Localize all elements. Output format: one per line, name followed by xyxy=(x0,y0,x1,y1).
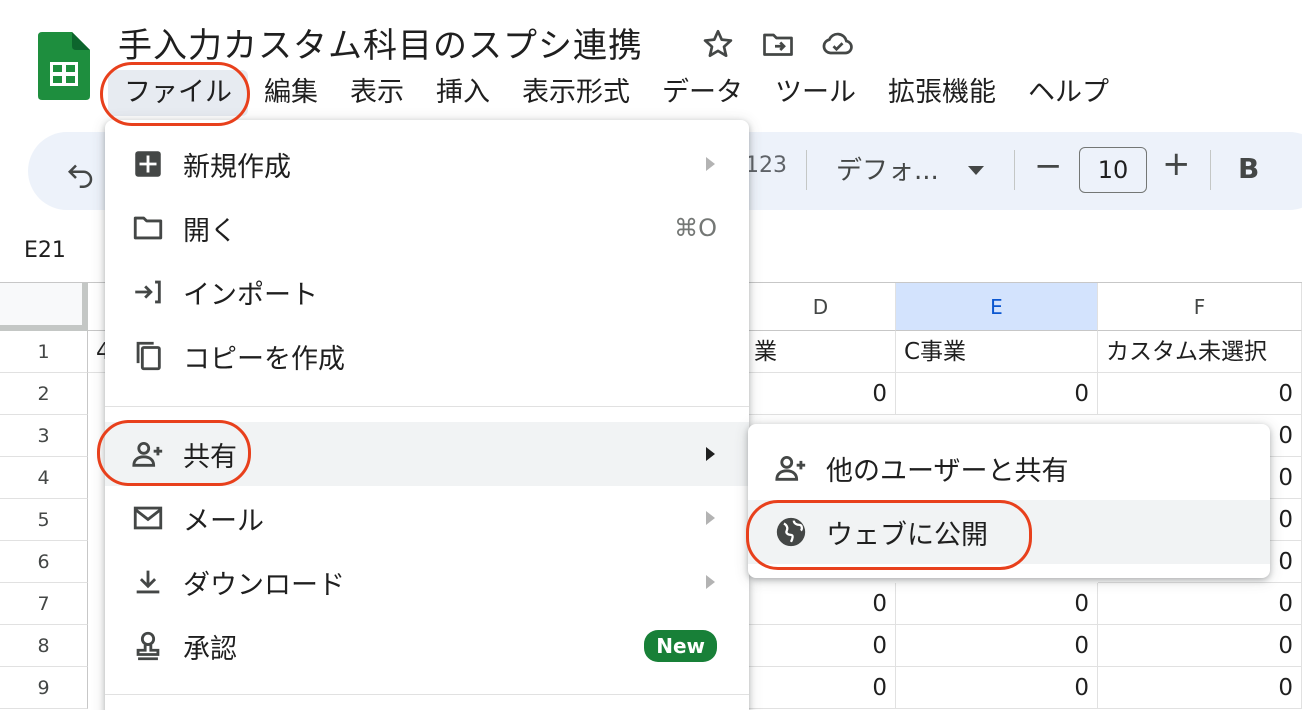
menu-item-label: インポート xyxy=(183,279,318,311)
share-person-icon xyxy=(132,441,163,467)
menu-item-label: 新規作成 xyxy=(183,151,291,183)
submenu-item-label: 他のユーザーと共有 xyxy=(826,456,1069,487)
undo-icon[interactable] xyxy=(66,158,96,188)
star-icon[interactable] xyxy=(700,26,736,62)
folder-icon xyxy=(133,216,163,240)
select-all-corner[interactable] xyxy=(0,283,88,331)
column-header-f[interactable]: F xyxy=(1098,283,1302,331)
menu-item-label: 開く xyxy=(183,215,237,247)
number-format-button[interactable]: 123 xyxy=(745,153,787,178)
cell-f9[interactable]: 0 xyxy=(1098,667,1302,709)
cell-f1[interactable]: カスタム未選択 xyxy=(1098,331,1302,373)
toolbar-divider xyxy=(806,150,807,190)
document-title[interactable]: 手入力カスタム科目のスプシ連携 xyxy=(118,18,643,67)
cell-d7[interactable]: 0 xyxy=(746,583,896,625)
toolbar-divider xyxy=(1210,150,1211,190)
menu-view[interactable]: 表示 xyxy=(334,70,420,116)
font-family-select[interactable]: デフォ... xyxy=(836,150,939,187)
cell-f7[interactable]: 0 xyxy=(1098,583,1302,625)
menu-item-label: ダウンロード xyxy=(183,569,345,601)
menu-item-approvals[interactable]: 承認 New xyxy=(105,614,749,678)
cell-d9[interactable]: 0 xyxy=(746,667,896,709)
menu-item-download[interactable]: ダウンロード xyxy=(105,550,749,614)
toolbar-divider xyxy=(1014,150,1015,190)
menu-help[interactable]: ヘルプ xyxy=(1012,70,1125,116)
submenu-arrow-icon xyxy=(706,447,715,461)
row-header[interactable]: 7 xyxy=(0,583,88,625)
cell-e9[interactable]: 0 xyxy=(896,667,1098,709)
row-header[interactable]: 6 xyxy=(0,541,88,583)
submenu-item-label: ウェブに公開 xyxy=(826,520,988,551)
shortcut-label: ⌘O xyxy=(674,214,717,242)
menu-data[interactable]: データ xyxy=(646,70,759,116)
menu-divider xyxy=(105,406,749,407)
google-sheets-logo[interactable] xyxy=(38,32,90,100)
font-size-input[interactable]: 10 xyxy=(1079,147,1147,193)
column-header-d[interactable]: D xyxy=(746,283,896,331)
menu-item-share[interactable]: 共有 xyxy=(105,422,749,486)
submenu-item-share-with-others[interactable]: 他のユーザーと共有 xyxy=(748,436,1270,500)
move-folder-icon[interactable] xyxy=(760,26,796,62)
menu-item-make-copy[interactable]: コピーを作成 xyxy=(105,324,749,388)
menu-divider xyxy=(105,694,749,695)
name-box[interactable]: E21 xyxy=(24,238,66,263)
file-menu-dropdown: 新規作成 開く ⌘O インポート コピーを作成 共有 メール ダウンロード 承認… xyxy=(105,120,749,710)
cell-f2[interactable]: 0 xyxy=(1098,373,1302,415)
row-header[interactable]: 5 xyxy=(0,499,88,541)
decrease-font-size-button[interactable]: − xyxy=(1034,146,1063,186)
caret-down-icon[interactable] xyxy=(968,166,984,175)
mail-icon xyxy=(133,506,163,530)
cell-e7[interactable]: 0 xyxy=(896,583,1098,625)
submenu-arrow-icon xyxy=(706,575,715,589)
menu-item-new[interactable]: 新規作成 xyxy=(105,132,749,196)
cell-d1[interactable]: 業 xyxy=(746,331,896,373)
column-header-e[interactable]: E xyxy=(896,283,1098,331)
menu-file[interactable]: ファイル xyxy=(108,70,248,116)
download-icon xyxy=(136,570,160,594)
row-header[interactable]: 2 xyxy=(0,373,88,415)
share-submenu: 他のユーザーと共有 ウェブに公開 xyxy=(748,424,1270,578)
import-icon xyxy=(135,280,161,304)
row-header[interactable]: 3 xyxy=(0,415,88,457)
menu-item-open[interactable]: 開く ⌘O xyxy=(105,196,749,260)
menu-item-label: 承認 xyxy=(183,633,237,665)
row-header[interactable]: 4 xyxy=(0,457,88,499)
bold-button[interactable]: B xyxy=(1238,152,1259,185)
menu-item-label: 共有 xyxy=(183,441,237,473)
increase-font-size-button[interactable]: + xyxy=(1162,144,1191,184)
approval-icon xyxy=(136,631,160,661)
cell-f8[interactable]: 0 xyxy=(1098,625,1302,667)
menu-item-label: メール xyxy=(183,505,264,537)
share-person-icon xyxy=(775,455,806,481)
copy-icon xyxy=(136,341,161,371)
cell-e1[interactable]: C事業 xyxy=(896,331,1098,373)
submenu-arrow-icon xyxy=(706,511,715,525)
new-sheet-icon xyxy=(135,151,161,177)
submenu-arrow-icon xyxy=(706,157,715,171)
cloud-saved-icon[interactable] xyxy=(820,26,856,62)
row-header[interactable]: 8 xyxy=(0,625,88,667)
row-header[interactable]: 1 xyxy=(0,331,88,373)
menu-format[interactable]: 表示形式 xyxy=(506,70,646,116)
new-badge: New xyxy=(644,630,717,662)
row-header[interactable]: 9 xyxy=(0,667,88,709)
cell-d8[interactable]: 0 xyxy=(746,625,896,667)
menu-item-import[interactable]: インポート xyxy=(105,260,749,324)
cell-d2[interactable]: 0 xyxy=(746,373,896,415)
globe-icon xyxy=(776,517,806,547)
menu-item-email[interactable]: メール xyxy=(105,486,749,550)
submenu-item-publish-to-web[interactable]: ウェブに公開 xyxy=(748,500,1270,564)
cell-e8[interactable]: 0 xyxy=(896,625,1098,667)
menu-edit[interactable]: 編集 xyxy=(248,70,334,116)
menu-tools[interactable]: ツール xyxy=(759,70,872,116)
menu-bar: ファイル 編集 表示 挿入 表示形式 データ ツール 拡張機能 ヘルプ xyxy=(108,70,1125,116)
menu-insert[interactable]: 挿入 xyxy=(420,70,506,116)
menu-item-label: コピーを作成 xyxy=(183,343,345,375)
cell-e2[interactable]: 0 xyxy=(896,373,1098,415)
menu-extensions[interactable]: 拡張機能 xyxy=(872,70,1012,116)
